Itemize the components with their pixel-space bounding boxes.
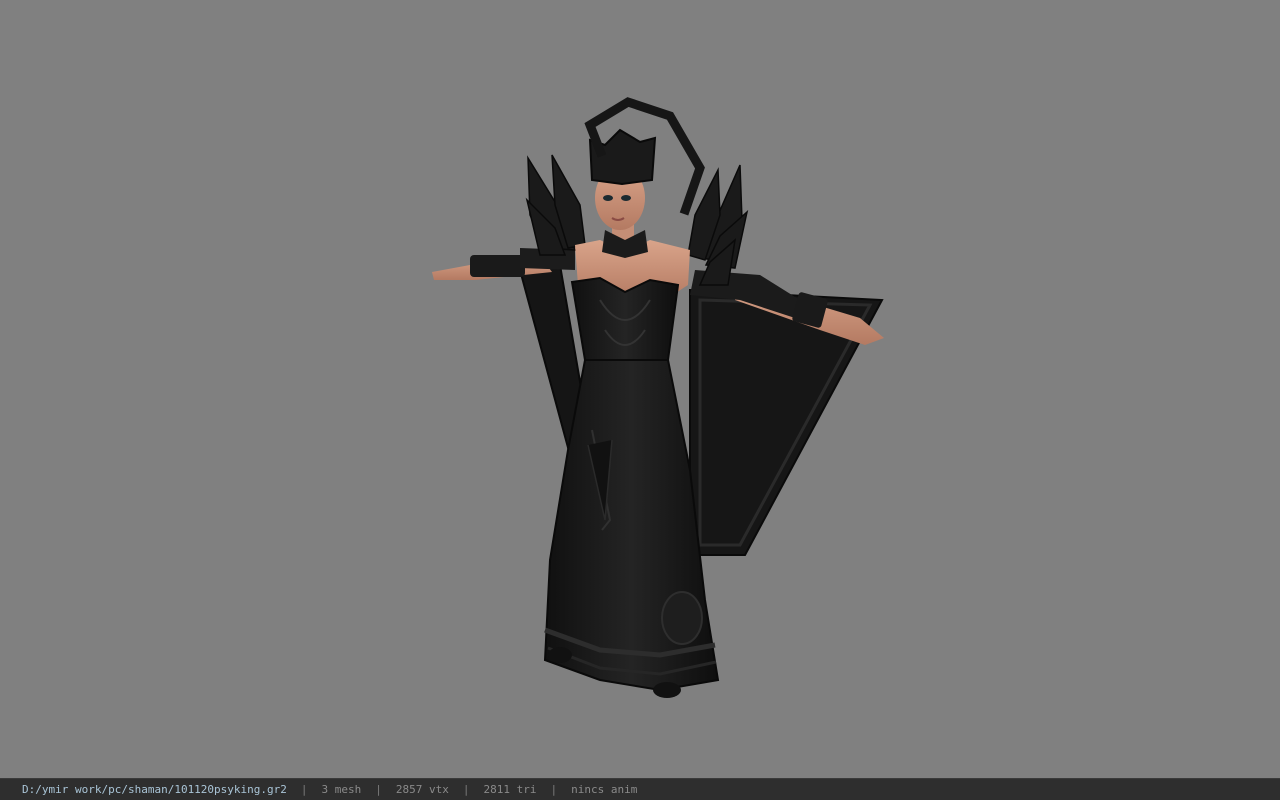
separator: |	[462, 783, 470, 796]
separator: |	[375, 783, 382, 796]
character-model	[432, 97, 884, 698]
status-bar: D:/ymir work/pc/shaman/101120psyking.gr2…	[0, 778, 1280, 800]
file-path: D:/ymir work/pc/shaman/101120psyking.gr2	[22, 783, 287, 796]
triangle-count: 2811 tri	[483, 783, 537, 796]
mesh-count: 3 mesh	[321, 783, 362, 796]
separator: |	[550, 783, 558, 796]
separator: |	[300, 783, 308, 796]
3d-viewport[interactable]	[0, 0, 1280, 778]
model-viewer-window: D:/ymir work/pc/shaman/101120psyking.gr2…	[0, 0, 1280, 800]
vertex-count: 2857 vtx	[395, 783, 449, 796]
animation-info: nincs anim	[571, 783, 638, 796]
shoulder-spikes-left	[525, 154, 586, 256]
